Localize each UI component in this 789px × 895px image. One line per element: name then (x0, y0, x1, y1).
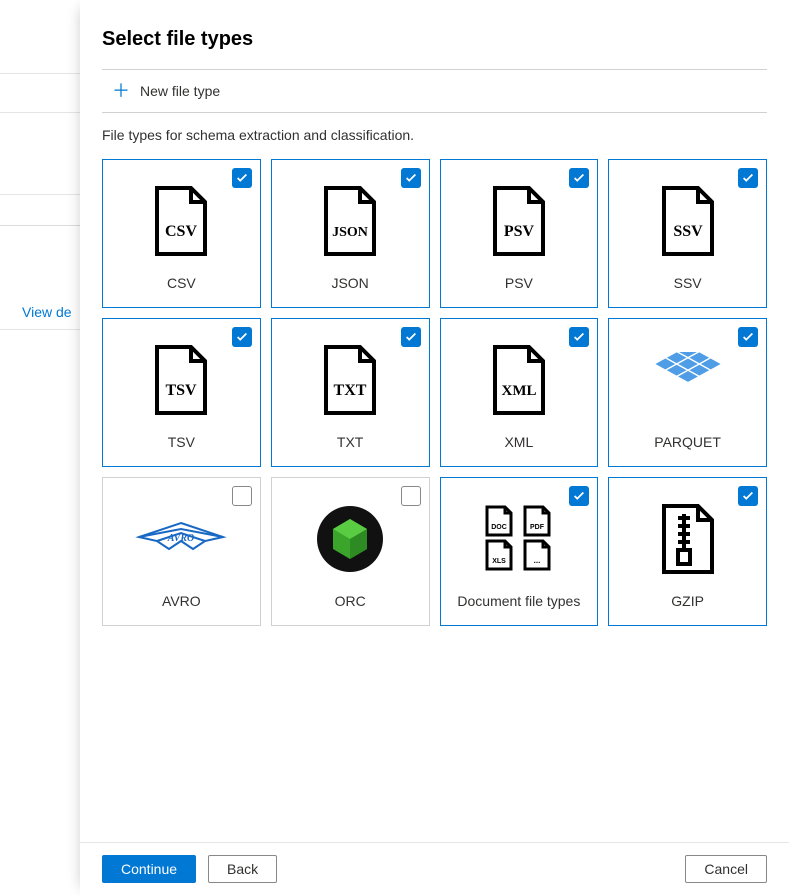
svg-text:SSV: SSV (673, 223, 703, 240)
file-type-card-xml[interactable]: XML XML (440, 318, 599, 467)
svg-text:DOC: DOC (491, 524, 507, 531)
card-label: CSV (167, 275, 196, 291)
file-type-card-psv[interactable]: PSV PSV (440, 159, 599, 308)
svg-text:CSV: CSV (165, 223, 197, 240)
file-icon-tsv: TSV (103, 341, 260, 419)
svg-text:JSON: JSON (332, 225, 368, 240)
divider (0, 73, 80, 74)
document-types-icon: DOC PDF XLS ... (441, 500, 598, 578)
new-file-type-button[interactable]: ＋ New file type (102, 76, 230, 106)
svg-text:PDF: PDF (530, 524, 545, 531)
file-type-card-avro[interactable]: AVRO AVRO (102, 477, 261, 626)
plus-icon: ＋ (112, 82, 130, 100)
svg-text:XLS: XLS (492, 558, 506, 565)
card-label: TXT (337, 434, 363, 450)
file-type-card-orc[interactable]: ORC (271, 477, 430, 626)
toolbar: ＋ New file type (102, 69, 767, 113)
file-icon-ssv: SSV (609, 182, 766, 260)
card-label: PARQUET (654, 434, 721, 450)
panel-title: Select file types (102, 28, 767, 51)
card-label: ORC (335, 593, 366, 609)
file-icon-xml: XML (441, 341, 598, 419)
card-label: Document file types (457, 593, 580, 609)
card-label: GZIP (671, 593, 704, 609)
gzip-icon (609, 500, 766, 578)
panel-content: Select file types ＋ New file type File t… (80, 0, 789, 842)
divider (0, 194, 80, 195)
card-label: TSV (168, 434, 195, 450)
select-file-types-panel: Select file types ＋ New file type File t… (80, 0, 789, 895)
file-type-grid: CSV CSV JSON JSON (102, 159, 767, 626)
file-type-card-tsv[interactable]: TSV TSV (102, 318, 261, 467)
card-label: AVRO (162, 593, 201, 609)
new-file-type-label: New file type (140, 83, 220, 99)
file-type-card-txt[interactable]: TXT TXT (271, 318, 430, 467)
file-type-card-ssv[interactable]: SSV SSV (608, 159, 767, 308)
file-icon-psv: PSV (441, 182, 598, 260)
file-type-card-parquet[interactable]: PARQUET (608, 318, 767, 467)
file-icon-csv: CSV (103, 182, 260, 260)
svg-text:TSV: TSV (166, 382, 198, 399)
file-type-card-csv[interactable]: CSV CSV (102, 159, 261, 308)
card-label: JSON (331, 275, 368, 291)
card-label: SSV (674, 275, 702, 291)
cancel-button[interactable]: Cancel (685, 855, 767, 883)
background-panel: View de (0, 0, 80, 895)
divider (0, 329, 80, 330)
svg-text:XML: XML (501, 383, 536, 399)
view-details-link[interactable]: View de (22, 304, 72, 320)
file-icon-json: JSON (272, 182, 429, 260)
file-type-card-json[interactable]: JSON JSON (271, 159, 430, 308)
divider (0, 112, 80, 113)
divider (0, 225, 80, 226)
card-label: PSV (505, 275, 533, 291)
continue-button[interactable]: Continue (102, 855, 196, 883)
parquet-icon (609, 341, 766, 419)
subtitle: File types for schema extraction and cla… (102, 127, 767, 143)
svg-text:...: ... (534, 556, 541, 565)
avro-icon: AVRO (103, 500, 260, 578)
svg-text:TXT: TXT (334, 382, 367, 399)
back-button[interactable]: Back (208, 855, 277, 883)
footer: Continue Back Cancel (80, 842, 789, 895)
orc-icon (272, 500, 429, 578)
svg-text:PSV: PSV (504, 223, 535, 240)
file-type-card-document[interactable]: DOC PDF XLS ... Document file types (440, 477, 599, 626)
card-label: XML (504, 434, 533, 450)
file-icon-txt: TXT (272, 341, 429, 419)
svg-text:AVRO: AVRO (167, 533, 195, 544)
file-type-card-gzip[interactable]: GZIP (608, 477, 767, 626)
